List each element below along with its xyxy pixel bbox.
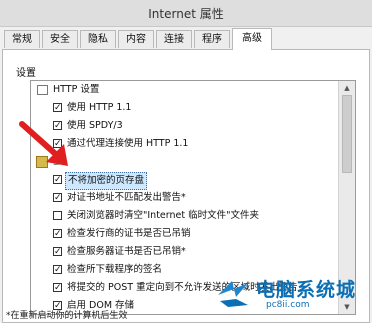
item-label: 不将加密的页存盘 bbox=[65, 172, 148, 190]
watermark-title: 电脑系统城 bbox=[256, 279, 357, 301]
list-item[interactable]: 关闭浏览器时清空"Internet 临时文件"文件夹 bbox=[31, 207, 337, 225]
item-label: 检查发行商的证书是否已吊销 bbox=[67, 228, 191, 239]
checkbox[interactable]: ✓ bbox=[53, 265, 62, 275]
title-bar: Internet 属性 bbox=[0, 0, 372, 27]
watermark-logo-icon bbox=[218, 281, 248, 307]
red-arrow-icon bbox=[19, 121, 68, 166]
list-item[interactable]: ✓ 使用 SPDY/3 bbox=[31, 117, 337, 135]
group-label: HTTP 设置 bbox=[53, 84, 100, 95]
item-label: 关闭浏览器时清空"Internet 临时文件"文件夹 bbox=[67, 210, 259, 221]
tab-programs[interactable]: 程序 bbox=[194, 30, 230, 48]
list-item[interactable]: ✓ 对证书地址不匹配发出警告* bbox=[31, 189, 337, 207]
list-group-security: 全 bbox=[31, 153, 337, 171]
item-label: 对证书地址不匹配发出警告* bbox=[67, 192, 186, 203]
watermark: 电脑系统城 pc8ii.com bbox=[214, 275, 364, 315]
item-label: 检查服务器证书是否已吊销* bbox=[67, 246, 186, 257]
tab-advanced[interactable]: 高级 bbox=[232, 28, 272, 50]
checkbox[interactable]: ✓ bbox=[53, 247, 62, 257]
list-item[interactable]: ✓ 使用 HTTP 1.1 bbox=[31, 99, 337, 117]
footer-note: *在重新启动你的计算机后生效 bbox=[6, 311, 128, 321]
scroll-thumb[interactable] bbox=[342, 95, 352, 173]
watermark-url: pc8ii.com bbox=[266, 300, 310, 310]
checkbox[interactable]: ✓ bbox=[53, 103, 62, 113]
tab-connections[interactable]: 连接 bbox=[156, 30, 192, 48]
settings-label: 设置 bbox=[16, 68, 36, 79]
list-item[interactable]: ✓ 检查服务器证书是否已吊销* bbox=[31, 243, 337, 261]
checkbox[interactable]: ✓ bbox=[53, 193, 62, 203]
checkbox[interactable]: ✓ bbox=[53, 283, 62, 293]
checkbox[interactable]: ✓ bbox=[53, 175, 62, 185]
item-label: 检查所下载程序的签名 bbox=[67, 264, 163, 275]
window-title: Internet 属性 bbox=[148, 7, 224, 21]
checkbox[interactable] bbox=[53, 211, 62, 220]
tab-privacy[interactable]: 隐私 bbox=[80, 30, 116, 48]
list-item[interactable]: ✓ 通过代理连接使用 HTTP 1.1 bbox=[31, 135, 337, 153]
list-group-http: HTTP 设置 bbox=[31, 81, 337, 99]
tab-strip: 常规 安全 隐私 内容 连接 程序 高级 bbox=[0, 28, 372, 50]
scroll-up-icon[interactable]: ▲ bbox=[339, 81, 355, 95]
tab-general[interactable]: 常规 bbox=[4, 30, 40, 48]
item-label: 通过代理连接使用 HTTP 1.1 bbox=[67, 138, 189, 149]
list-item[interactable]: ✓ 检查发行商的证书是否已吊销 bbox=[31, 225, 337, 243]
item-label: 使用 HTTP 1.1 bbox=[67, 102, 132, 113]
checkbox[interactable]: ✓ bbox=[53, 229, 62, 239]
tab-content[interactable]: 内容 bbox=[118, 30, 154, 48]
folder-icon bbox=[37, 85, 48, 95]
list-item-selected[interactable]: ✓ 不将加密的页存盘 bbox=[31, 171, 337, 190]
tab-security[interactable]: 安全 bbox=[42, 30, 78, 48]
